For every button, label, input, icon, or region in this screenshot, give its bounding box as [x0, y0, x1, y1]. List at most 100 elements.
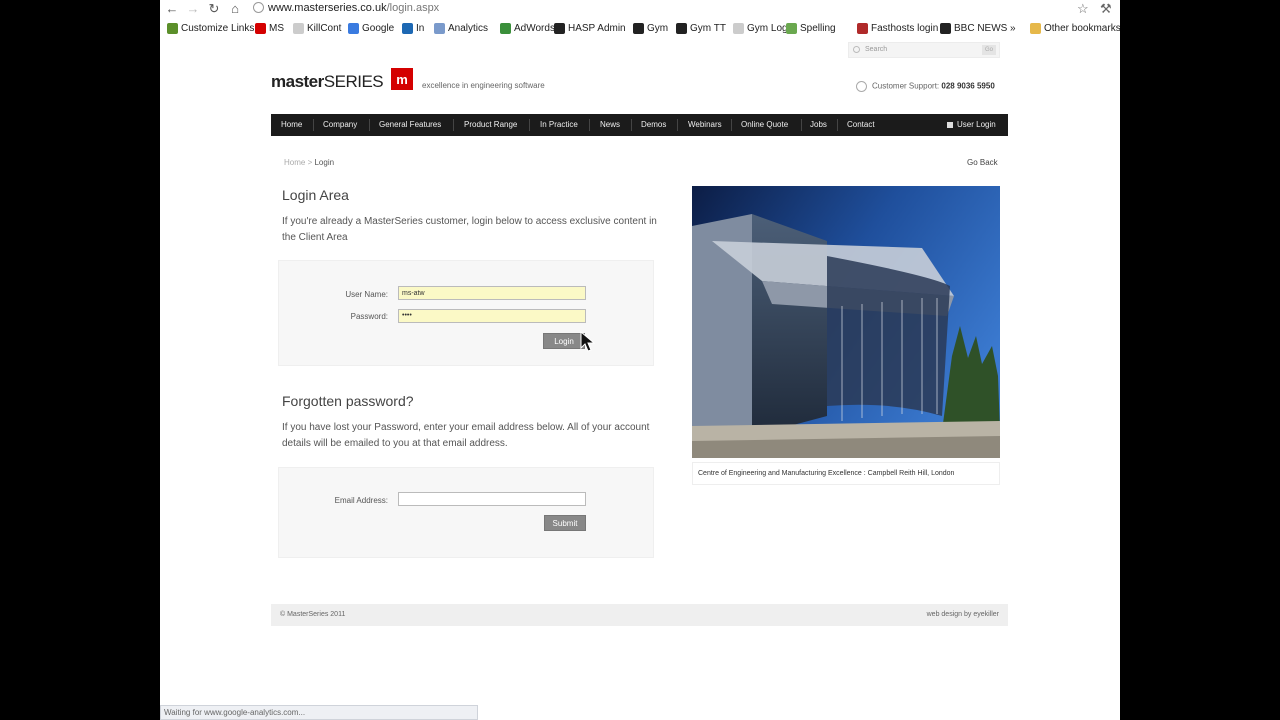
bookmark-label: MS — [269, 23, 284, 34]
nav-divider — [631, 119, 632, 131]
forward-arrow-icon[interactable]: → — [185, 1, 201, 17]
url-host: www.masterseries.co.uk — [268, 2, 387, 14]
nav-item-product-range[interactable]: Product Range — [464, 114, 517, 136]
bookmark-item[interactable]: Spelling — [786, 21, 836, 36]
phone-icon — [856, 81, 867, 92]
nav-item-in-practice[interactable]: In Practice — [540, 114, 578, 136]
go-back-link[interactable]: Go Back — [967, 158, 998, 167]
nav-divider — [837, 119, 838, 131]
bookmark-star-icon[interactable]: ☆ — [1077, 0, 1089, 17]
address-bar[interactable]: www.masterseries.co.uk/login.aspx — [250, 0, 1085, 17]
nav-item-general-features[interactable]: General Features — [379, 114, 441, 136]
search-icon — [853, 46, 860, 53]
bookmark-item[interactable]: KillCont — [293, 21, 341, 36]
bookmark-item[interactable]: Gym TT — [676, 21, 726, 36]
bookmark-label: Spelling — [800, 23, 836, 34]
customer-support: Customer Support: 028 9036 5950 — [856, 81, 995, 92]
nav-divider — [589, 119, 590, 131]
bookmark-favicon-icon — [167, 23, 178, 34]
folder-icon — [1030, 23, 1041, 34]
nav-divider — [731, 119, 732, 131]
bookmark-favicon-icon — [255, 23, 266, 34]
search-go-button[interactable]: Go — [982, 45, 996, 55]
site-footer: © MasterSeries 2011 web design by eyekil… — [271, 604, 1008, 626]
bookmark-item[interactable]: Customize Links — [167, 21, 254, 36]
masterseries-logo[interactable]: masterSERIES — [271, 72, 384, 94]
breadcrumb-home[interactable]: Home — [284, 158, 305, 167]
bookmark-favicon-icon — [434, 23, 445, 34]
bookmark-favicon-icon — [500, 23, 511, 34]
bookmark-item[interactable]: MS — [255, 21, 284, 36]
wrench-icon[interactable]: ⚒ — [1100, 0, 1112, 17]
search-placeholder: Search — [865, 46, 888, 53]
username-input[interactable] — [398, 286, 586, 300]
bookmark-label: KillCont — [307, 23, 342, 34]
nav-divider — [677, 119, 678, 131]
reload-icon[interactable]: ↻ — [206, 1, 222, 17]
bookmark-label: Gym TT — [690, 23, 726, 34]
nav-divider — [313, 119, 314, 131]
main-nav: Home Company General Features Product Range… — [271, 114, 1008, 136]
nav-item-demos[interactable]: Demos — [641, 114, 666, 136]
password-label: Password: — [350, 312, 388, 321]
password-input[interactable]: •••• — [398, 309, 586, 323]
lock-icon — [947, 122, 953, 128]
site-search-input[interactable]: Search Go — [848, 42, 1000, 58]
url-path: /login.aspx — [386, 2, 440, 14]
forgot-intro: If you have lost your Password, enter yo… — [282, 422, 650, 449]
bookmark-item[interactable]: Google — [348, 21, 394, 36]
bookmark-item[interactable]: HASP Admin — [554, 21, 626, 36]
bookmark-item[interactable]: In — [402, 21, 424, 36]
browser-window: ← → ↻ ⌂ www.masterseries.co.uk/login.asp… — [160, 0, 1120, 720]
support-label: Customer Support: — [872, 81, 940, 91]
bookmark-label: Gym — [647, 23, 669, 34]
bookmark-favicon-icon — [293, 23, 304, 34]
bookmark-favicon-icon — [786, 23, 797, 34]
nav-divider — [801, 119, 802, 131]
nav-item-contact[interactable]: Contact — [847, 114, 875, 136]
browser-toolbar: ← → ↻ ⌂ www.masterseries.co.uk/login.asp… — [160, 0, 1120, 18]
nav-user-login-label: User Login — [957, 120, 996, 129]
email-input[interactable] — [398, 492, 586, 506]
support-phone: 028 9036 5950 — [941, 81, 995, 91]
bookmark-label: HASP Admin — [568, 23, 626, 34]
other-bookmarks-label: Other bookmarks — [1044, 23, 1120, 34]
nav-item-company[interactable]: Company — [323, 114, 357, 136]
building-photo — [692, 186, 1000, 458]
bookmark-item[interactable]: Gym — [633, 21, 668, 36]
nav-divider — [529, 119, 530, 131]
bookmark-item[interactable]: Analytics — [434, 21, 488, 36]
login-intro: If you're already a MasterSeries custome… — [282, 216, 657, 243]
back-arrow-icon[interactable]: ← — [164, 1, 180, 17]
bookmark-favicon-icon — [554, 23, 565, 34]
more-bookmarks-chevron-icon[interactable]: » — [1010, 21, 1016, 36]
forgot-panel — [278, 467, 654, 558]
login-button[interactable]: Login — [543, 333, 585, 349]
home-icon[interactable]: ⌂ — [227, 1, 243, 17]
bookmark-favicon-icon — [402, 23, 413, 34]
bookmark-item[interactable]: AdWords — [500, 21, 555, 36]
bookmark-favicon-icon — [676, 23, 687, 34]
nav-item-online-quote[interactable]: Online Quote — [741, 114, 788, 136]
nav-item-news[interactable]: News — [600, 114, 620, 136]
nav-divider — [369, 119, 370, 131]
username-label: User Name: — [345, 290, 388, 299]
nav-item-home[interactable]: Home — [281, 114, 302, 136]
bookmark-favicon-icon — [633, 23, 644, 34]
forgot-title: Forgotten password? — [282, 393, 414, 409]
tagline: excellence in engineering software — [422, 81, 545, 90]
nav-divider — [453, 119, 454, 131]
footer-copyright: © MasterSeries 2011 — [280, 611, 346, 618]
logo-text-thin: SERIES — [323, 72, 384, 91]
bookmark-label: BBC NEWS — [954, 23, 1008, 34]
bookmark-label: Fasthosts login — [871, 23, 939, 34]
nav-user-login[interactable]: User Login — [947, 114, 996, 136]
submit-button[interactable]: Submit — [544, 515, 586, 531]
other-bookmarks[interactable]: Other bookmarks — [1030, 21, 1120, 36]
bookmarks-bar: Customize Links MS KillCont Google In Analyti… — [160, 19, 1120, 38]
nav-item-jobs[interactable]: Jobs — [810, 114, 827, 136]
nav-item-webinars[interactable]: Webinars — [688, 114, 722, 136]
bookmark-item[interactable]: BBC NEWS — [940, 21, 1007, 36]
footer-credit-link[interactable]: web design by eyekiller — [927, 604, 999, 626]
bookmark-item[interactable]: Fasthosts login — [857, 21, 938, 36]
